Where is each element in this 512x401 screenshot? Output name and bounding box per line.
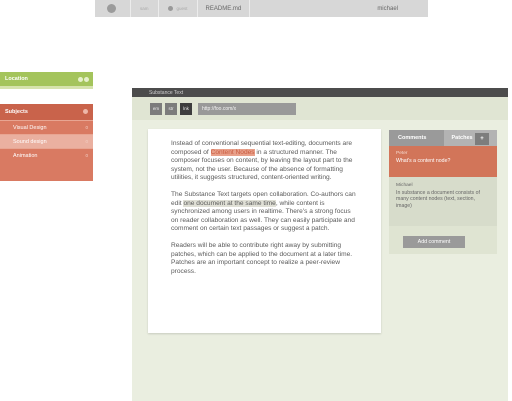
subjects-toggle-icon[interactable] (83, 109, 88, 114)
comment-item[interactable]: Michael In substance a document consists… (389, 177, 497, 226)
comment-author: Peter (396, 151, 408, 156)
comments-tabs: Comments Patches + (389, 130, 497, 146)
status-dot-icon (167, 6, 173, 11)
location-header[interactable]: Location (0, 72, 93, 86)
url-input[interactable]: http://foo.com/x (198, 102, 296, 115)
tab-user-sam-label: sam (140, 6, 149, 11)
tab-comments[interactable]: Comments (389, 130, 444, 146)
sidebar-item-count: 0 (85, 125, 88, 130)
tab-user-sam[interactable]: sam (131, 0, 158, 17)
tab-user-guest[interactable]: guest (159, 0, 197, 17)
paragraph[interactable]: Instead of conventional sequential text-… (171, 140, 358, 183)
sidebar-item-animation[interactable]: Animation 0 (0, 148, 93, 162)
location-label: Location (5, 76, 28, 82)
tab-user-guest-label: guest (176, 6, 188, 11)
comment-author: Michael (396, 183, 413, 188)
location-underline (0, 86, 93, 89)
tab-patches[interactable]: Patches + (443, 130, 497, 146)
tab-patches-label: Patches (451, 135, 473, 141)
divider (249, 0, 251, 17)
top-bar: sam guest README.md michael (95, 0, 428, 17)
sidebar-item-count: 0 (85, 153, 88, 158)
paragraph[interactable]: Readers will be able to contribute right… (171, 242, 358, 276)
editor-toolbar: em str lnk http://foo.com/x (132, 97, 508, 120)
subjects-label: Subjects (5, 109, 28, 115)
add-icon[interactable]: + (475, 133, 489, 145)
paragraph[interactable]: The Substance Text targets open collabor… (171, 191, 358, 234)
sidebar-item-label: Sound design (13, 138, 47, 145)
strong-button[interactable]: str (165, 102, 177, 115)
highlight-annotation[interactable]: one document at the same time (183, 199, 276, 207)
comments-panel: Comments Patches + Peter What's a conten… (389, 130, 497, 254)
avatar-icon[interactable] (107, 4, 116, 13)
sidebar-item-label: Animation (13, 152, 38, 159)
emphasis-button[interactable]: em (150, 102, 162, 115)
link-button[interactable]: lnk (180, 102, 192, 115)
sidebar-item-count: 0 (85, 139, 88, 144)
comment-item[interactable]: Peter What's a content node? (389, 146, 497, 177)
user-name[interactable]: michael (377, 0, 398, 17)
location-toggle-icon[interactable] (78, 77, 89, 82)
editor-title: Substance Text (132, 88, 508, 97)
sidebar-item-sound-design[interactable]: Sound design 0 (0, 134, 93, 148)
document-body[interactable]: Instead of conventional sequential text-… (148, 129, 381, 333)
editor-panel: Substance Text em str lnk http://foo.com… (132, 88, 508, 401)
comment-text: What's a content node? (396, 158, 451, 164)
file-tab-readme[interactable]: README.md (198, 6, 250, 12)
sidebar-item-visual-design[interactable]: Visual Design 0 (0, 120, 93, 134)
subjects-panel: Subjects Visual Design 0 Sound design 0 … (0, 104, 93, 181)
subjects-header[interactable]: Subjects (0, 104, 93, 120)
sidebar-item-label: Visual Design (13, 124, 47, 131)
highlight-annotation[interactable]: Content Nodes (210, 148, 255, 156)
add-comment-button[interactable]: Add comment (403, 236, 465, 248)
comment-text: In substance a document consists of many… (396, 190, 480, 209)
